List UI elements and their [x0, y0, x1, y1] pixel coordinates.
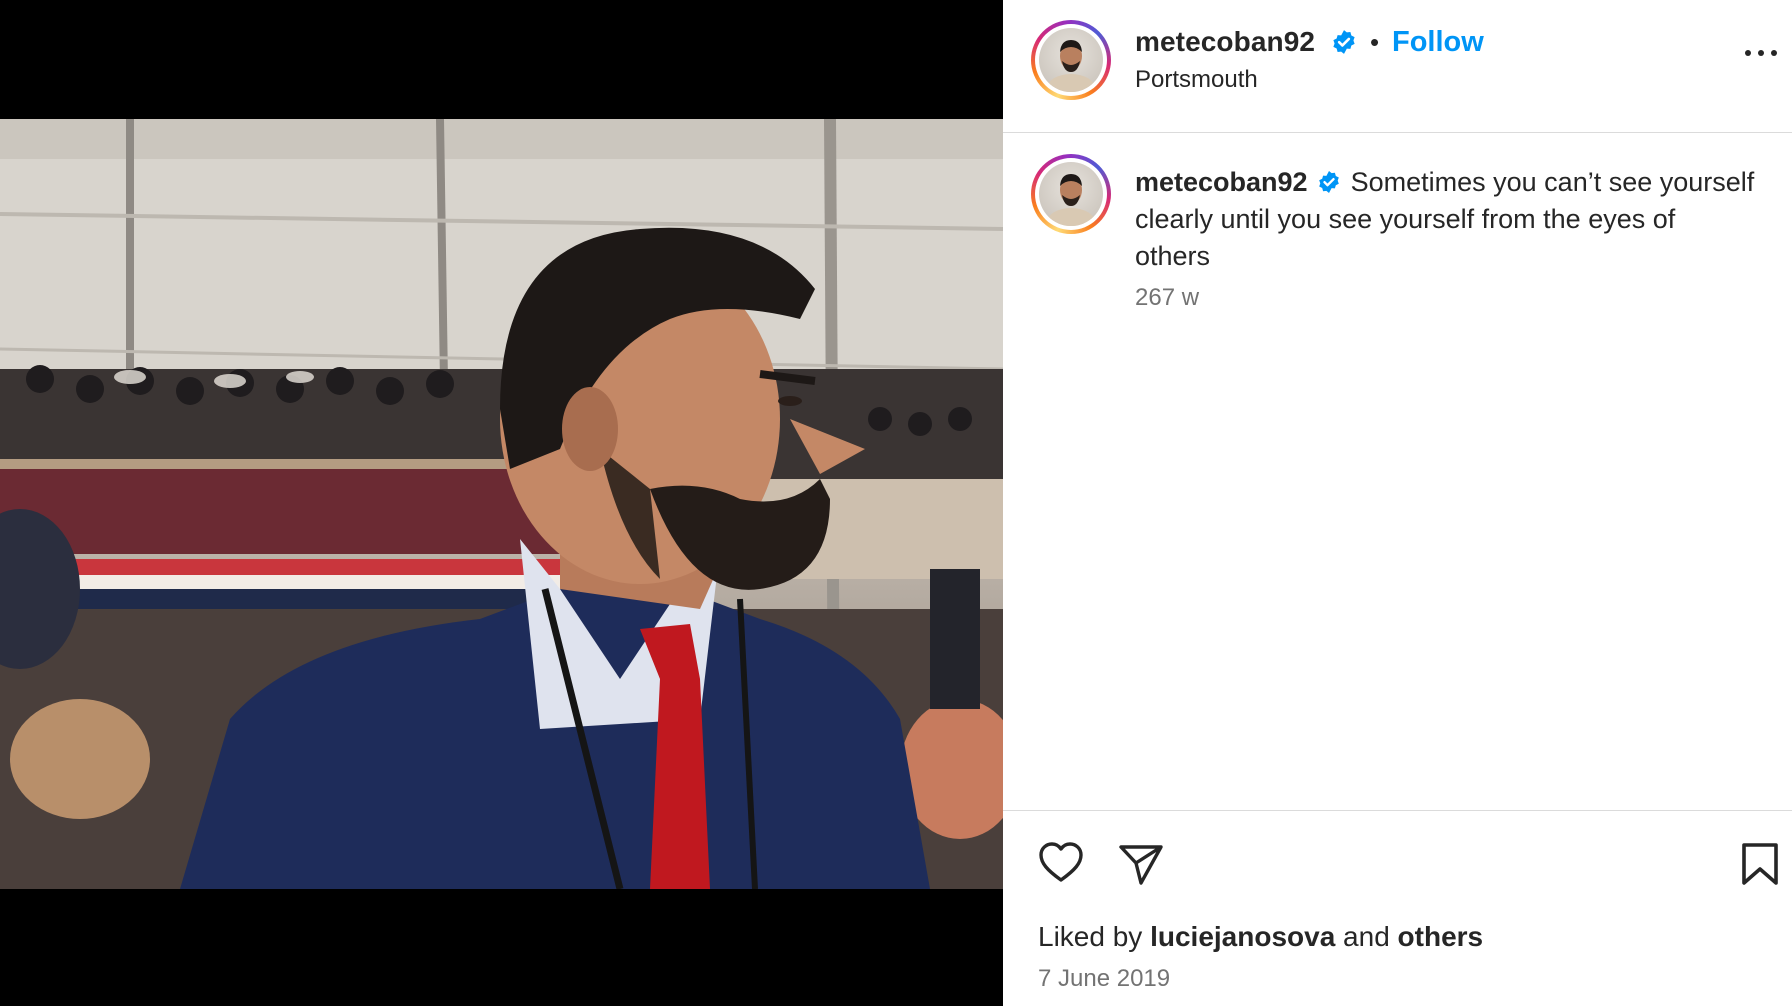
bookmark-icon[interactable]: [1739, 841, 1781, 887]
post-media[interactable]: [0, 0, 1003, 1006]
liked-by-user-link[interactable]: luciejanosova: [1150, 921, 1335, 952]
caption-timestamp[interactable]: 267 w: [1135, 284, 1199, 312]
follow-button[interactable]: Follow: [1392, 26, 1484, 59]
post-modal: metecoban92 • Follow Portsmouth metecoba…: [0, 0, 1792, 1006]
post-actions: Liked by luciejanosova and others 7 June…: [1003, 810, 1792, 1006]
author-avatar[interactable]: [1031, 20, 1111, 100]
liked-by-summary: Liked by luciejanosova and others: [1038, 921, 1483, 953]
liked-by-and: and: [1343, 921, 1390, 952]
post-photo-illustration: [0, 119, 1003, 889]
post-date[interactable]: 7 June 2019: [1038, 965, 1170, 993]
author-avatar-image: [1039, 28, 1103, 92]
liked-by-prefix: Liked by: [1038, 921, 1143, 952]
caption-author-avatar[interactable]: [1031, 154, 1111, 234]
caption-avatar-image: [1039, 162, 1103, 226]
post-details-panel: metecoban92 • Follow Portsmouth metecoba…: [1003, 0, 1792, 1006]
post-photo[interactable]: [0, 119, 1003, 889]
verified-badge-icon: [1317, 167, 1341, 193]
paper-plane-icon[interactable]: [1117, 841, 1165, 887]
caption-username[interactable]: metecoban92: [1135, 167, 1308, 197]
header-separator: •: [1370, 27, 1380, 57]
heart-icon[interactable]: [1037, 839, 1085, 887]
post-header: metecoban92 • Follow Portsmouth: [1003, 0, 1792, 133]
more-options-icon[interactable]: [1741, 38, 1781, 68]
verified-badge-icon: [1331, 29, 1357, 55]
liked-by-others-link[interactable]: others: [1398, 921, 1484, 952]
author-username[interactable]: metecoban92: [1135, 26, 1315, 58]
caption-text-block: metecoban92 Sometimes you can’t see your…: [1135, 164, 1755, 275]
post-location[interactable]: Portsmouth: [1135, 66, 1258, 94]
